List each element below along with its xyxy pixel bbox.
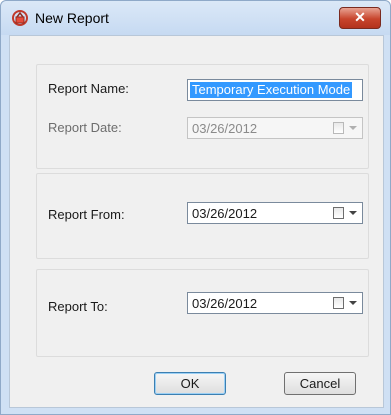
report-from-label: Report From: [48,207,125,222]
window-title: New Report [35,10,109,26]
report-date-picker: 03/26/2012 [187,117,363,139]
report-from-value: 03/26/2012 [192,206,258,221]
report-name-input[interactable]: Temporary Execution Mode [187,79,363,101]
report-date-value: 03/26/2012 [192,121,258,136]
report-from-picker[interactable]: 03/26/2012 [187,202,363,224]
title-bar[interactable]: New Report ✕ [1,1,390,35]
report-from-group: Report From: 03/26/2012 [36,173,369,259]
report-date-label: Report Date: [48,120,122,135]
report-info-group: Report Name: Temporary Execution Mode Re… [36,64,369,169]
report-name-value: Temporary Execution Mode [190,82,353,98]
calendar-icon [333,122,344,134]
report-to-picker[interactable]: 03/26/2012 [187,292,363,314]
dropdown-arrow-icon[interactable] [349,211,357,215]
close-icon: ✕ [354,9,366,25]
report-name-label: Report Name: [48,81,129,96]
dialog-body: Report Name: Temporary Execution Mode Re… [9,35,384,408]
cancel-button[interactable]: Cancel [284,372,356,395]
report-app-icon [12,10,28,26]
close-button[interactable]: ✕ [339,7,381,29]
calendar-icon[interactable] [333,297,344,309]
report-to-value: 03/26/2012 [192,296,258,311]
calendar-icon[interactable] [333,207,344,219]
dialog-window: New Report ✕ Report Name: Temporary Exec… [0,0,391,415]
ok-button[interactable]: OK [154,372,226,395]
report-to-label: Report To: [48,299,108,314]
dropdown-arrow-icon [349,126,357,130]
dropdown-arrow-icon[interactable] [349,301,357,305]
report-to-group: Report To: 03/26/2012 [36,269,369,357]
